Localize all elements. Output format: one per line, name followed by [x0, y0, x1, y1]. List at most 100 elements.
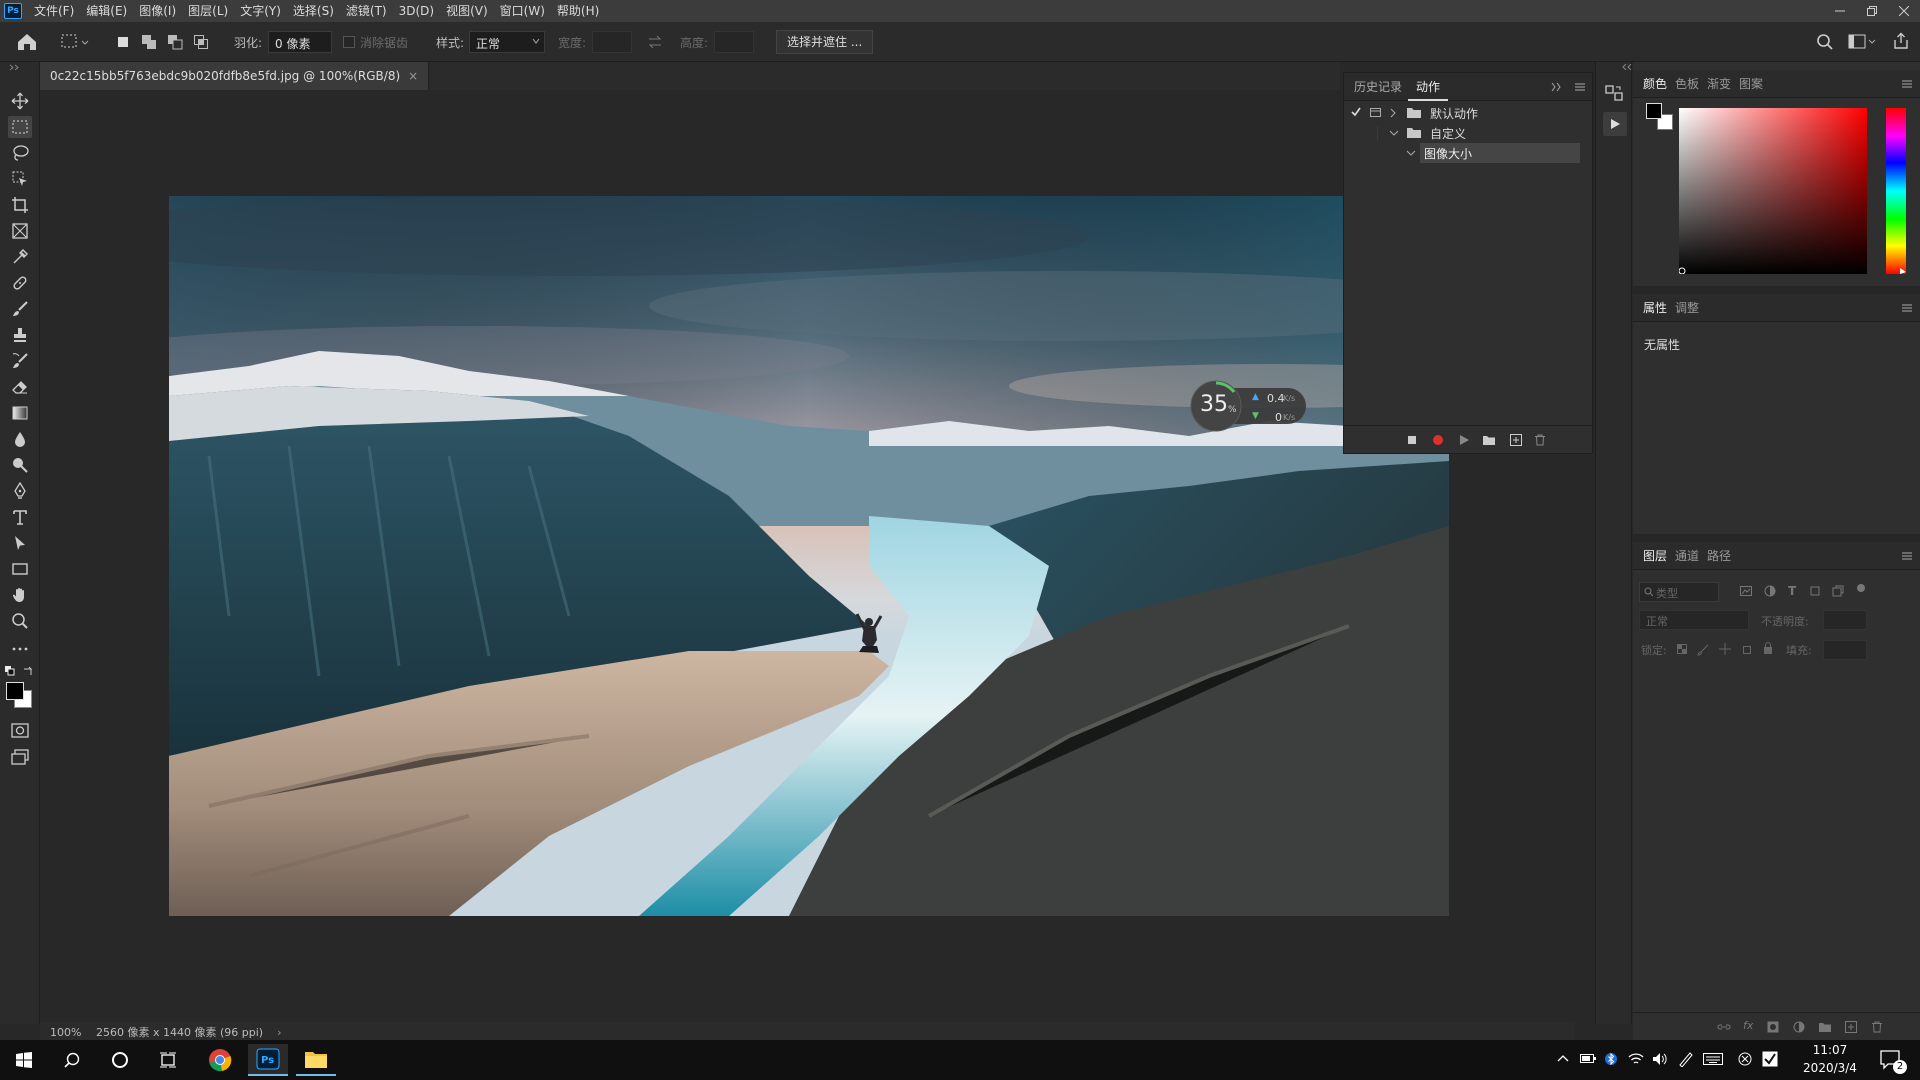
tab-swatches[interactable]: 色板 — [1675, 70, 1699, 98]
layer-style-icon[interactable]: fx — [1743, 1019, 1753, 1032]
task-view-icon[interactable] — [148, 1044, 188, 1076]
play-panel-icon[interactable] — [1603, 112, 1627, 136]
tab-patterns[interactable]: 图案 — [1739, 70, 1763, 98]
windows-start-icon[interactable] — [4, 1044, 44, 1076]
chevron-down-icon[interactable] — [1406, 149, 1416, 157]
action-set-row[interactable]: 自定义 — [1344, 123, 1592, 143]
action-check-icon[interactable] — [1762, 1051, 1778, 1067]
volume-icon[interactable] — [1652, 1052, 1668, 1066]
clock-time[interactable]: 11:07 — [1788, 1043, 1872, 1057]
tab-channels[interactable]: 通道 — [1675, 542, 1699, 570]
feather-input[interactable]: 0 像素 — [268, 31, 332, 53]
bluetooth-icon[interactable] — [1605, 1051, 1617, 1067]
chrome-icon[interactable] — [200, 1044, 240, 1076]
menu-3d[interactable]: 3D(D) — [393, 0, 440, 22]
menu-image[interactable]: 图像(I) — [133, 0, 182, 22]
record-icon[interactable] — [1432, 434, 1444, 446]
new-selection-icon[interactable] — [115, 34, 131, 50]
battery-icon[interactable] — [1580, 1052, 1596, 1064]
gradient-tool-icon[interactable] — [8, 402, 32, 424]
close-window-button[interactable] — [1888, 0, 1920, 22]
chevron-down-icon[interactable] — [1389, 129, 1399, 137]
tab-color[interactable]: 颜色 — [1643, 70, 1667, 98]
rect-marquee-tool-icon[interactable] — [8, 116, 32, 138]
search-icon[interactable] — [1816, 33, 1834, 51]
intersect-selection-icon[interactable] — [193, 34, 209, 50]
restore-button[interactable] — [1856, 0, 1888, 22]
dialog-toggle-icon[interactable] — [1370, 107, 1382, 119]
tab-paths[interactable]: 路径 — [1707, 542, 1731, 570]
swap-colors-icon[interactable] — [23, 666, 33, 676]
panel-menu-icon[interactable] — [1901, 303, 1913, 313]
home-icon[interactable] — [16, 32, 38, 52]
lock-artboard-icon[interactable] — [1741, 644, 1753, 656]
menu-type[interactable]: 文字(Y) — [234, 0, 287, 22]
rectangle-tool-icon[interactable] — [8, 558, 32, 580]
menu-edit[interactable]: 编辑(E) — [80, 0, 133, 22]
tab-properties[interactable]: 属性 — [1643, 294, 1667, 322]
workspace-icon[interactable] — [1848, 34, 1876, 50]
status-menu-arrow[interactable]: › — [277, 1026, 281, 1039]
add-mask-icon[interactable] — [1767, 1021, 1779, 1033]
swap-icon[interactable] — [647, 35, 663, 49]
minimize-button[interactable] — [1824, 0, 1856, 22]
zoom-level[interactable]: 100% — [50, 1026, 90, 1039]
hand-tool-icon[interactable] — [8, 584, 32, 606]
foreground-color-swatch[interactable] — [1646, 103, 1662, 119]
frame-tool-icon[interactable] — [8, 220, 32, 242]
delete-layer-icon[interactable] — [1871, 1021, 1883, 1033]
wifi-icon[interactable] — [1628, 1052, 1644, 1066]
path-select-tool-icon[interactable] — [8, 532, 32, 554]
close-tab-icon[interactable]: × — [408, 69, 418, 83]
menu-window[interactable]: 窗口(W) — [494, 0, 551, 22]
color-field[interactable] — [1679, 108, 1867, 274]
pen-tool-icon[interactable] — [8, 480, 32, 502]
chevron-right-icon[interactable] — [1389, 108, 1397, 118]
filter-adjustment-icon[interactable] — [1764, 585, 1776, 597]
search-icon[interactable] — [52, 1044, 92, 1076]
chevron-up-icon[interactable] — [1557, 1054, 1569, 1062]
actions-panel-icon[interactable] — [1604, 84, 1624, 102]
filter-smart-object-icon[interactable] — [1832, 585, 1844, 597]
eraser-tool-icon[interactable] — [8, 376, 32, 398]
pen-workspace-icon[interactable] — [1678, 1051, 1694, 1067]
tab-adjustments[interactable]: 调整 — [1675, 294, 1699, 322]
tab-history[interactable]: 历史记录 — [1346, 73, 1410, 101]
photoshop-taskbar-icon[interactable]: Ps — [248, 1044, 288, 1076]
adjustment-layer-icon[interactable] — [1793, 1021, 1805, 1033]
lock-transparent-icon[interactable] — [1677, 644, 1687, 654]
quick-mask-icon[interactable] — [8, 720, 32, 742]
foreground-color-swatch[interactable] — [6, 682, 24, 700]
menu-layer[interactable]: 图层(L) — [182, 0, 234, 22]
menu-filter[interactable]: 滤镜(T) — [340, 0, 393, 22]
collapse-arrows-icon[interactable] — [1622, 64, 1632, 70]
panel-menu-icon[interactable] — [1574, 82, 1586, 92]
layer-filter-select[interactable]: 类型 — [1639, 582, 1719, 602]
new-layer-icon[interactable] — [1845, 1021, 1857, 1033]
new-group-icon[interactable] — [1818, 1021, 1832, 1033]
lock-all-icon[interactable] — [1763, 642, 1773, 654]
fill-input[interactable] — [1823, 640, 1867, 660]
width-input[interactable] — [592, 31, 632, 53]
select-and-mask-button[interactable]: 选择并遮住 ... — [776, 30, 874, 54]
object-select-tool-icon[interactable] — [8, 168, 32, 190]
action-set-row[interactable]: 默认动作 — [1344, 103, 1592, 123]
default-colors-icon[interactable] — [5, 666, 15, 676]
new-set-folder-icon[interactable] — [1482, 434, 1496, 446]
eyedropper-tool-icon[interactable] — [8, 246, 32, 268]
tab-layers[interactable]: 图层 — [1643, 542, 1667, 570]
hue-slider[interactable] — [1886, 108, 1906, 274]
action-row-selected[interactable]: 图像大小 — [1406, 143, 1580, 163]
filter-toggle-icon[interactable] — [1857, 584, 1865, 592]
lock-pixels-icon[interactable] — [1697, 644, 1709, 656]
filter-pixel-icon[interactable] — [1740, 585, 1752, 597]
crop-tool-icon[interactable] — [8, 194, 32, 216]
share-icon[interactable] — [1892, 32, 1910, 50]
new-action-icon[interactable] — [1510, 434, 1522, 446]
dodge-tool-icon[interactable] — [8, 454, 32, 476]
menu-view[interactable]: 视图(V) — [440, 0, 494, 22]
screen-mode-icon[interactable] — [8, 746, 32, 768]
file-explorer-icon[interactable] — [296, 1044, 336, 1076]
play-icon[interactable] — [1458, 434, 1470, 446]
keyboard-icon[interactable] — [1703, 1053, 1723, 1065]
